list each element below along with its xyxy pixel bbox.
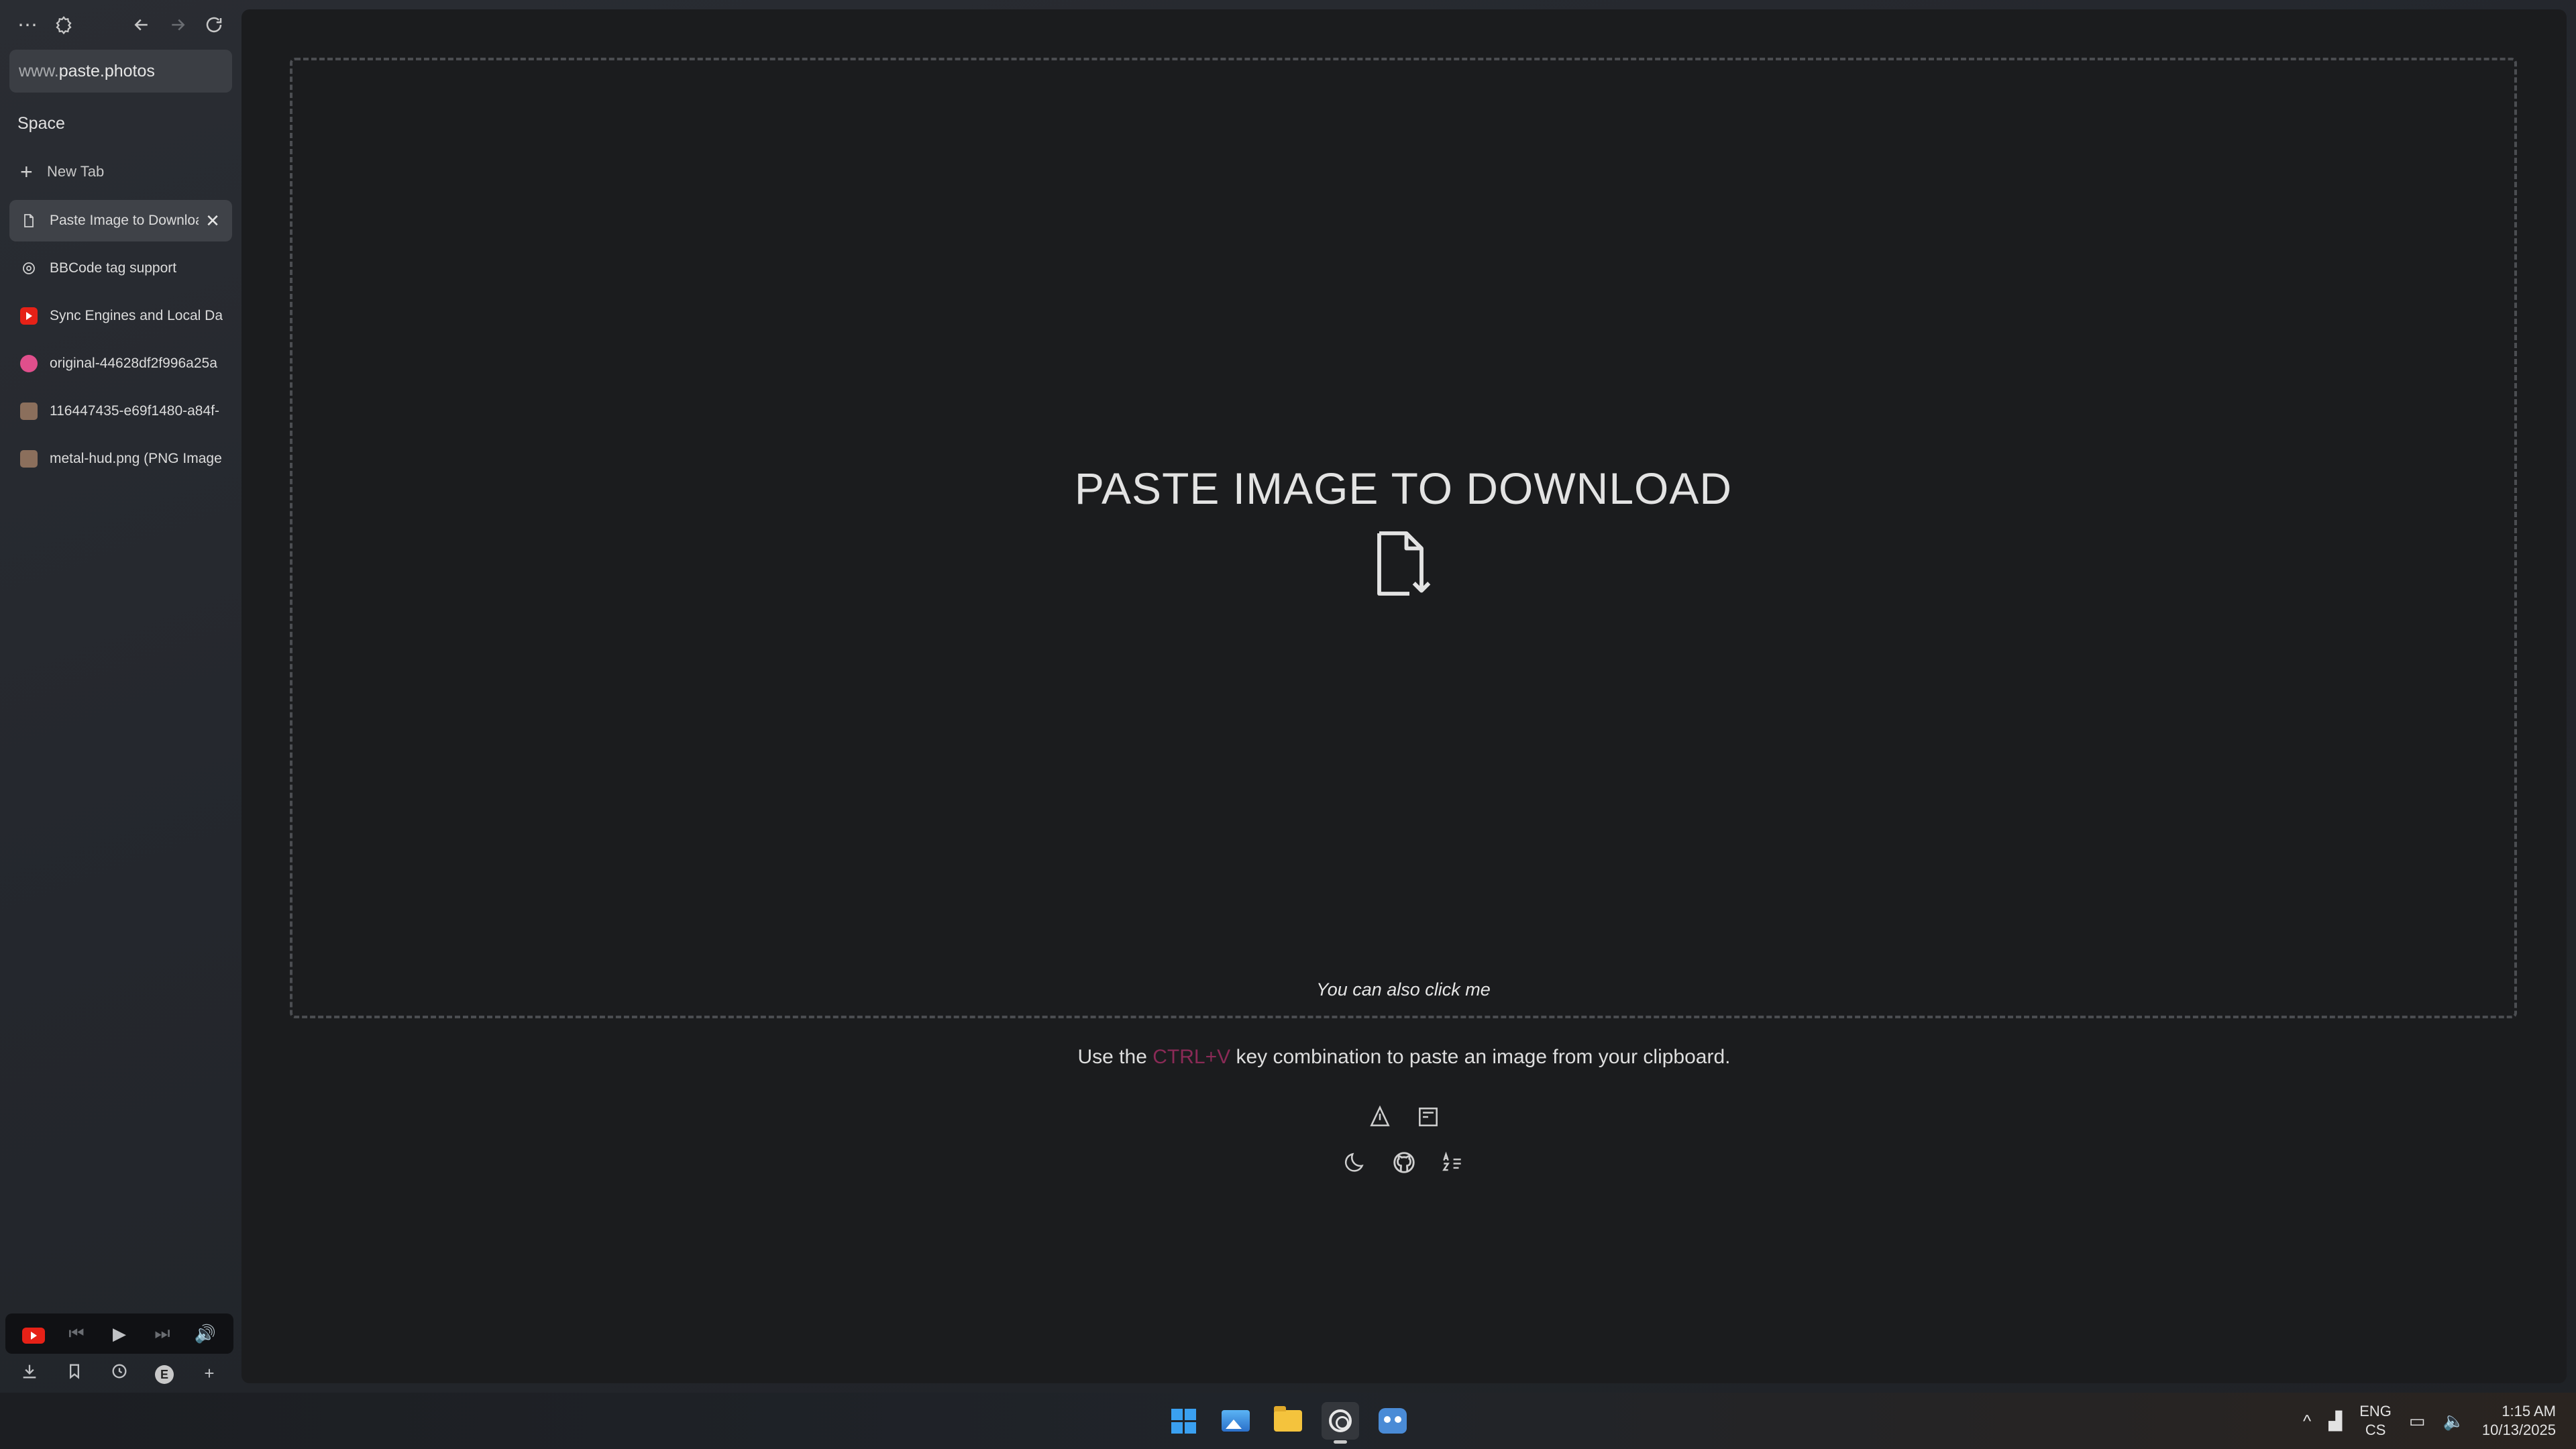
forward-icon[interactable] [160, 7, 196, 43]
downloads-icon[interactable] [15, 1362, 44, 1385]
space-label: Space [17, 113, 65, 133]
sidebar-toolbar: ⋯ [9, 0, 232, 50]
taskbar-apps [1165, 1393, 1411, 1449]
start-icon[interactable] [1165, 1402, 1202, 1440]
taskbar: ^ ▟ ENG CS ▭ 🔈 1:15 AM 10/13/2025 [0, 1393, 2576, 1449]
address-bar[interactable]: www. paste.photos [9, 50, 232, 93]
system-tray: ^ ▟ ENG CS ▭ 🔈 1:15 AM 10/13/2025 [2303, 1393, 2556, 1449]
media-controls: ⏮ ▶ ⏭ 🔊 [5, 1313, 233, 1354]
image-icon [20, 402, 38, 420]
gear-icon [20, 260, 38, 277]
clock-time: 1:15 AM [2502, 1403, 2556, 1419]
tab-title: Paste Image to Download [50, 213, 199, 228]
tab-title: BBCode tag support [50, 260, 177, 276]
github-icon[interactable] [1391, 1150, 1417, 1175]
footer-icons-bottom [241, 1150, 2567, 1175]
volume-icon[interactable]: 🔊 [189, 1324, 222, 1344]
play-icon[interactable]: ▶ [103, 1324, 136, 1344]
shortcut-key: CTRL+V [1152, 1046, 1231, 1068]
dribbble-icon [20, 355, 38, 372]
flask-icon[interactable] [1367, 1104, 1393, 1130]
tab-item[interactable]: Sync Engines and Local Data [9, 295, 232, 337]
network-icon[interactable]: ▭ [2409, 1411, 2426, 1432]
page-title: PASTE IMAGE TO DOWNLOAD [1074, 464, 1733, 513]
godot-icon[interactable] [1374, 1402, 1411, 1440]
click-hint: You can also click me [1316, 979, 1491, 1000]
dark-mode-icon[interactable] [1343, 1150, 1368, 1175]
file-download-icon [1377, 531, 1431, 596]
add-icon[interactable]: + [195, 1363, 224, 1384]
browser-sidebar: ⋯ www. paste.photos Space + New Tab Paste… [0, 0, 241, 1393]
extensions-icon[interactable]: E [150, 1362, 179, 1385]
tab-item[interactable]: Paste Image to Download ✕ [9, 200, 232, 241]
tab-title: Sync Engines and Local Data [50, 308, 223, 323]
tab-item[interactable]: metal-hud.png (PNG Image [9, 438, 232, 480]
new-tab-button[interactable]: + New Tab [9, 154, 232, 189]
tab-item[interactable]: BBCode tag support [9, 248, 232, 289]
new-tab-label: New Tab [47, 163, 105, 180]
volume-icon[interactable]: 🔈 [2443, 1411, 2465, 1432]
photos-icon[interactable] [1217, 1402, 1254, 1440]
document-icon [20, 212, 38, 229]
tab-item[interactable]: original-44628df2f996a25a [9, 343, 232, 384]
url-prefix: www. [19, 61, 59, 80]
language-icon[interactable] [1440, 1150, 1465, 1175]
sidebar-bottom-toolbar: E + [5, 1354, 233, 1393]
tab-title: original-44628df2f996a25a [50, 356, 217, 371]
language-indicator[interactable]: ENG CS [2359, 1402, 2392, 1440]
web-page: PASTE IMAGE TO DOWNLOAD You can also cli… [241, 9, 2567, 1383]
image-icon [20, 450, 38, 468]
bookmarks-icon[interactable] [60, 1362, 89, 1385]
next-track-icon[interactable]: ⏭ [146, 1323, 179, 1344]
back-icon[interactable] [123, 7, 160, 43]
keyboard-layout: CS [2365, 1421, 2386, 1438]
clock-date: 10/13/2025 [2481, 1421, 2556, 1438]
usage-instructions: Use the CTRL+V key combination to paste … [241, 1046, 2567, 1069]
usage-text-after: key combination to paste an image from y… [1230, 1046, 1731, 1068]
settings-icon[interactable] [46, 7, 82, 43]
chevron-up-icon[interactable]: ^ [2303, 1411, 2311, 1432]
history-icon[interactable] [105, 1362, 134, 1385]
app-tray-icon[interactable]: ▟ [2328, 1411, 2342, 1432]
previous-track-icon[interactable]: ⏮ [60, 1323, 93, 1344]
layout-icon[interactable] [1415, 1104, 1441, 1130]
youtube-icon [20, 307, 38, 325]
language-code: ENG [2359, 1403, 2392, 1419]
media-source-youtube-icon[interactable] [17, 1324, 50, 1344]
tab-title: metal-hud.png (PNG Image [50, 451, 222, 466]
clock[interactable]: 1:15 AM 10/13/2025 [2482, 1402, 2556, 1440]
tab-item[interactable]: 116447435-e69f1480-a84f- [9, 390, 232, 432]
file-explorer-icon[interactable] [1269, 1402, 1307, 1440]
reload-icon[interactable] [196, 7, 232, 43]
usage-text-before: Use the [1077, 1046, 1153, 1068]
browser-icon[interactable] [1322, 1402, 1359, 1444]
paste-dropzone[interactable]: PASTE IMAGE TO DOWNLOAD You can also cli… [290, 58, 2517, 1018]
tab-list: Paste Image to Download ✕ BBCode tag sup… [9, 200, 232, 480]
tab-title: 116447435-e69f1480-a84f- [50, 403, 219, 419]
plus-icon: + [20, 159, 33, 184]
footer-icons-top [241, 1104, 2567, 1130]
close-icon[interactable]: ✕ [203, 211, 223, 231]
more-menu-icon[interactable]: ⋯ [9, 7, 46, 43]
url-domain: paste.photos [58, 61, 155, 80]
